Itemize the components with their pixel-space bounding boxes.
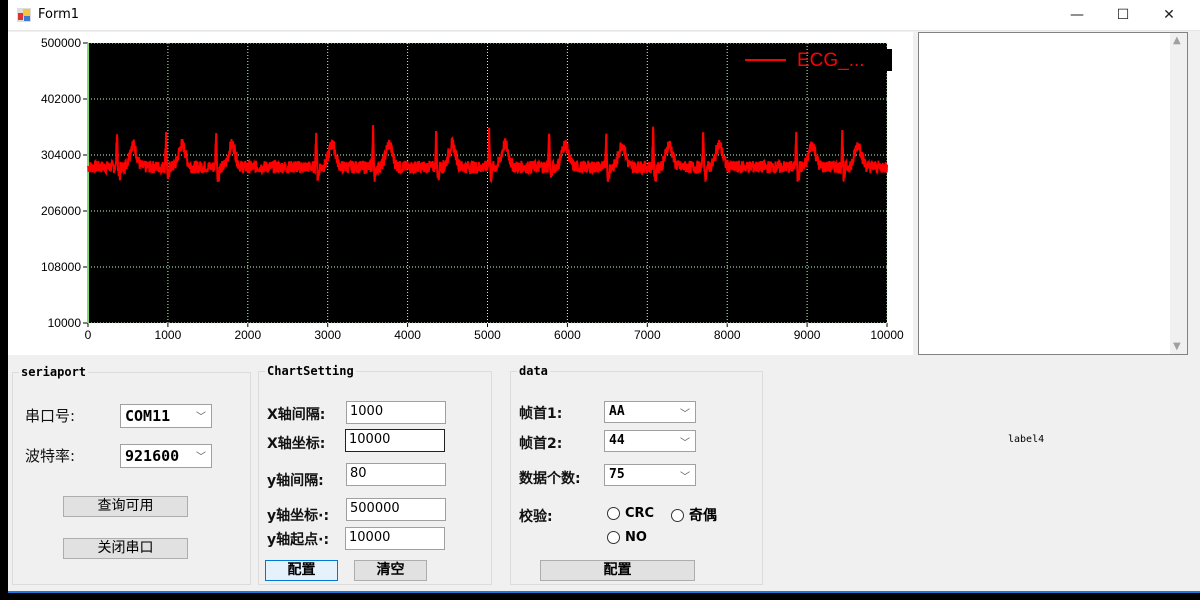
head2-value: 44 <box>609 433 625 448</box>
vertical-scrollbar[interactable]: ▲ ▼ <box>1170 33 1187 354</box>
head2-select[interactable]: 44 ﹀ <box>604 430 696 452</box>
head1-value: AA <box>609 404 625 419</box>
x-axis-input[interactable]: 10000 <box>345 429 445 452</box>
legend-box <box>877 49 892 71</box>
title-bar: Form1 — ☐ ✕ <box>8 0 1200 31</box>
radio-circle-icon <box>607 531 620 544</box>
seriaport-group: seriaport 串口号: COM11 ﹀ 波特率: 921600 ﹀ 查询可用 … <box>12 365 251 585</box>
head1-select[interactable]: AA ﹀ <box>604 401 696 423</box>
chevron-down-icon: ﹀ <box>680 472 690 483</box>
y-start-input[interactable]: 10000 <box>345 527 445 550</box>
chart-svg: 0 1000 2000 3000 4000 5000 6000 7000 8000 9000 100… <box>41 36 904 342</box>
parity-radio[interactable]: 奇偶 <box>671 505 717 525</box>
y-tick-label: 206000 <box>41 204 81 218</box>
chart-config-button[interactable]: 配置 <box>265 560 338 581</box>
y-tick-label: 402000 <box>41 92 81 106</box>
x-tick-label: 8000 <box>714 328 741 342</box>
radio-circle-icon <box>607 507 620 520</box>
port-value: COM11 <box>125 407 171 425</box>
x-interval-label: X轴间隔: <box>267 407 326 423</box>
chevron-down-icon: ﹀ <box>680 409 690 420</box>
count-label: 数据个数: <box>519 471 581 487</box>
y-tick-label: 304000 <box>41 148 81 162</box>
data-listbox[interactable]: ▲ ▼ <box>918 32 1188 355</box>
x-tick-label: 7000 <box>634 328 661 342</box>
y-interval-input[interactable]: 80 <box>346 463 446 486</box>
crc-label: CRC <box>625 506 655 521</box>
clear-button[interactable]: 清空 <box>354 560 427 581</box>
ecg-chart: 0 1000 2000 3000 4000 5000 6000 7000 8000 9000 100… <box>8 32 913 355</box>
y-start-label: y轴起点·: <box>267 532 330 548</box>
minimize-button[interactable]: — <box>1054 0 1100 30</box>
x-axis-label: X轴坐标: <box>267 436 326 452</box>
head1-label: 帧首1: <box>519 406 563 422</box>
baud-label: 波特率: <box>25 447 76 465</box>
no-radio[interactable]: NO <box>607 530 647 545</box>
x-tick-label: 0 <box>85 328 92 342</box>
group-title: seriaport <box>19 365 89 379</box>
chevron-down-icon: ﹀ <box>196 412 206 423</box>
maximize-button[interactable]: ☐ <box>1100 0 1146 30</box>
x-tick-label: 1000 <box>155 328 182 342</box>
x-tick-label: 9000 <box>794 328 821 342</box>
scroll-up-icon[interactable]: ▲ <box>1173 35 1181 46</box>
chartsetting-group: ChartSetting X轴间隔: 1000 X轴坐标: 10000 y轴间隔… <box>258 364 492 585</box>
x-tick-label: 2000 <box>234 328 261 342</box>
x-tick-label: 4000 <box>394 328 421 342</box>
check-label: 校验: <box>519 509 553 525</box>
x-tick-label: 10000 <box>870 328 904 342</box>
main-window: Form1 — ☐ ✕ 0 1000 2000 3000 4000 5000 6000 700… <box>8 0 1200 593</box>
baud-select[interactable]: 921600 ﹀ <box>120 444 212 468</box>
port-label: 串口号: <box>25 407 76 425</box>
chevron-down-icon: ﹀ <box>680 438 690 449</box>
data-group: data 帧首1: AA ﹀ 帧首2: 44 ﹀ 数据个数: 75 ﹀ 校验: CRC… <box>510 364 763 585</box>
radio-circle-icon <box>671 508 684 522</box>
y-tick-label: 108000 <box>41 260 81 274</box>
query-available-button[interactable]: 查询可用 <box>63 496 188 517</box>
group-title: data <box>517 364 550 378</box>
y-interval-label: y轴间隔: <box>267 473 324 489</box>
x-tick-label: 6000 <box>554 328 581 342</box>
parity-label: 奇偶 <box>689 508 717 524</box>
port-select[interactable]: COM11 ﹀ <box>120 404 212 428</box>
baud-value: 921600 <box>125 447 180 465</box>
y-tick-label: 500000 <box>41 36 81 50</box>
window-title: Form1 <box>38 7 80 22</box>
data-config-button[interactable]: 配置 <box>540 560 695 581</box>
legend-label: ECG_... <box>797 50 865 71</box>
head2-label: 帧首2: <box>519 436 563 452</box>
y-axis-input[interactable]: 500000 <box>346 498 446 521</box>
count-select[interactable]: 75 ﹀ <box>604 464 696 486</box>
x-interval-input[interactable]: 1000 <box>346 401 446 424</box>
count-value: 75 <box>609 467 625 482</box>
y-axis-label: y轴坐标·: <box>267 508 330 524</box>
chevron-down-icon: ﹀ <box>196 452 206 463</box>
close-port-button[interactable]: 关闭串口 <box>63 538 188 559</box>
close-button[interactable]: ✕ <box>1146 0 1192 30</box>
x-tick-label: 5000 <box>474 328 501 342</box>
app-icon <box>17 8 31 22</box>
x-tick-label: 3000 <box>314 328 341 342</box>
no-label: NO <box>625 530 647 545</box>
y-tick-label: 10000 <box>48 316 82 330</box>
group-title: ChartSetting <box>265 364 356 378</box>
scroll-down-icon[interactable]: ▼ <box>1173 341 1181 352</box>
label4: label4 <box>1008 434 1045 445</box>
crc-radio[interactable]: CRC <box>607 506 654 521</box>
